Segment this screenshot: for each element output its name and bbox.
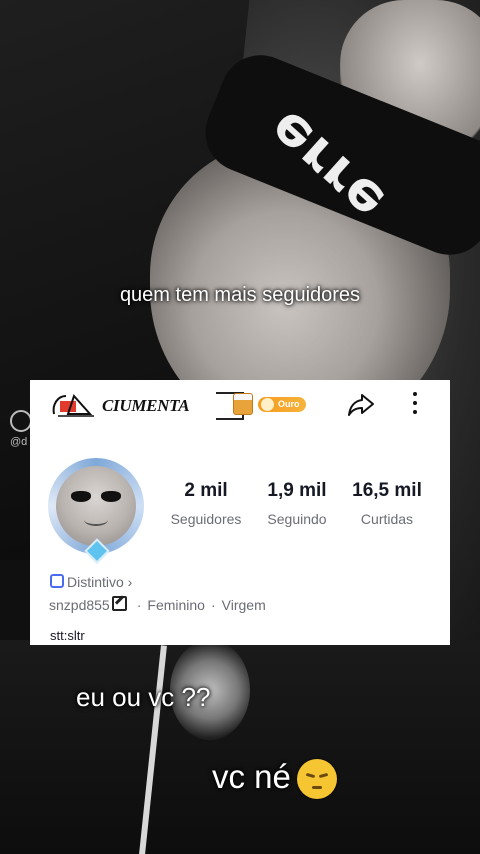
more-options-icon[interactable] — [410, 392, 420, 418]
username: snzpd855 — [49, 597, 110, 613]
profile-card: CIUMENTA Ouro 2 mil Seguidores 1,9 mil S… — [30, 380, 450, 645]
users-icon — [10, 410, 32, 432]
hexagon-badge-icon — [50, 574, 64, 588]
caption-bottom: vc né — [212, 758, 337, 800]
dot-separator: · — [210, 597, 216, 613]
stat-following[interactable]: 1,9 mil Seguindo — [260, 480, 334, 527]
ribbon-logo-icon — [52, 394, 94, 417]
share-arrow-icon[interactable] — [347, 392, 375, 418]
following-label: Seguindo — [267, 511, 327, 527]
caption-top: quem tem mais seguidores — [119, 284, 361, 306]
avatar-image — [56, 466, 136, 546]
likes-label: Curtidas — [360, 511, 414, 527]
gender: Feminino — [147, 597, 205, 613]
side-user-icon[interactable]: @d — [10, 410, 32, 448]
profile-meta: snzpd855 · Feminino · Virgem — [49, 596, 266, 613]
dot-separator: · — [136, 597, 142, 613]
edit-pencil-icon[interactable] — [111, 596, 127, 611]
pensive-face-icon — [296, 759, 337, 800]
gold-badge[interactable]: Ouro — [258, 397, 306, 412]
profile-header: CIUMENTA Ouro — [30, 380, 450, 428]
chevron-right-icon: › — [123, 574, 133, 590]
followers-count: 2 mil — [184, 480, 228, 501]
coin-icon — [261, 398, 274, 411]
avatar[interactable] — [48, 458, 144, 564]
badge-label: Ouro — [278, 399, 300, 409]
caption-middle: eu ou vc ?? — [76, 682, 211, 712]
following-count: 1,9 mil — [267, 480, 327, 501]
distintivo-label: Distintivo — [67, 574, 124, 590]
profile-name: CIUMENTA — [102, 396, 190, 415]
zodiac-sign: Virgem — [221, 597, 266, 613]
followers-label: Seguidores — [170, 511, 242, 527]
bio-text: stt:sltr — [50, 628, 85, 643]
drink-icon — [233, 393, 253, 415]
stat-likes[interactable]: 16,5 mil Curtidas — [345, 480, 429, 527]
likes-count: 16,5 mil — [352, 480, 422, 501]
caption-bottom-text: vc né — [212, 758, 291, 795]
distintivo-link[interactable]: Distintivo › — [50, 574, 132, 590]
side-handle: @d — [10, 436, 28, 448]
stat-followers[interactable]: 2 mil Seguidores — [165, 480, 247, 527]
